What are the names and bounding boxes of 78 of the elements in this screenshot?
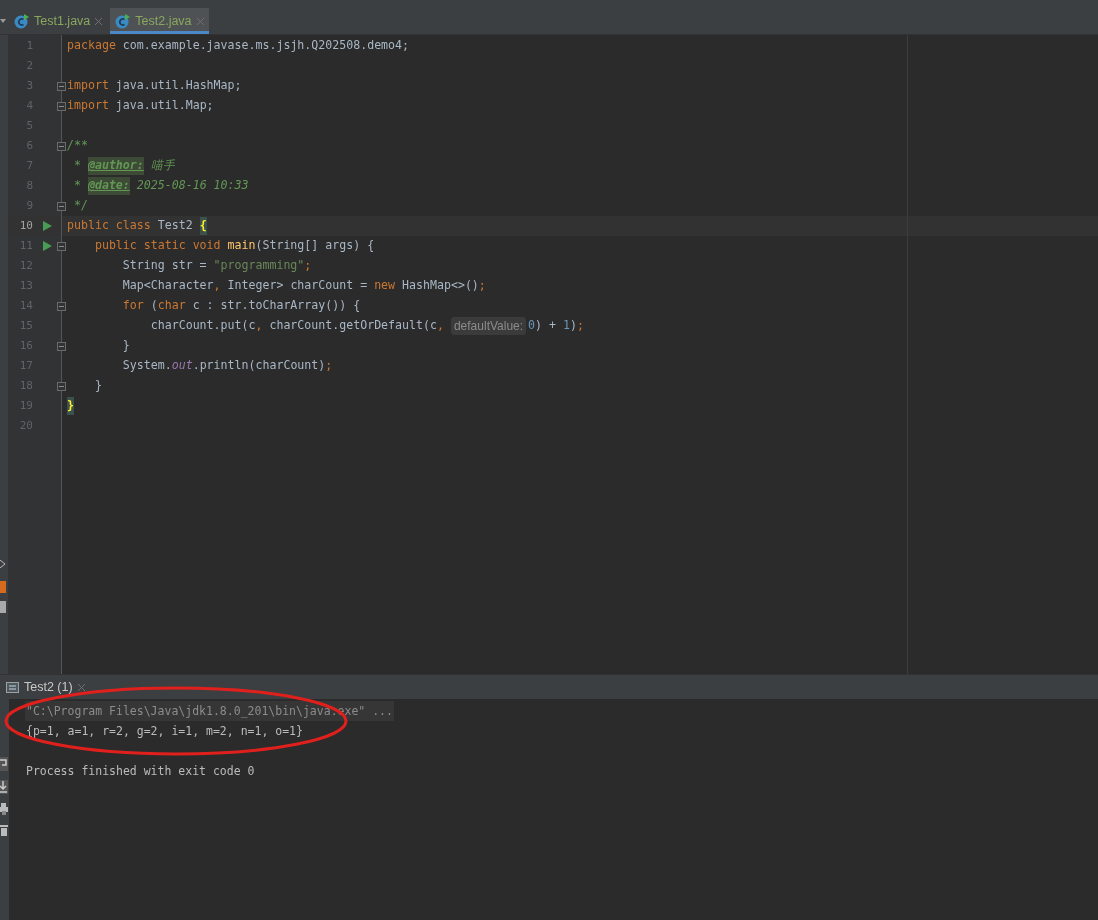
code-text: ( [149, 297, 158, 315]
java-class-icon [115, 13, 131, 29]
code-text: java.util.Map; [114, 97, 214, 115]
code-keyword: ; [478, 277, 486, 295]
code-text: } [121, 337, 130, 355]
code-text: ) + [535, 317, 558, 335]
error-stripe-marker [0, 581, 6, 593]
code-keyword: import [67, 97, 109, 115]
fold-icon[interactable] [57, 82, 66, 91]
editor-tab[interactable]: Test2.java [110, 8, 209, 34]
doc-comment: 2025-08-16 10:33 [135, 177, 249, 195]
code-keyword: , [213, 277, 221, 295]
line-number: 10 [18, 217, 33, 234]
code-keyword: for [121, 297, 144, 315]
trash-icon[interactable] [0, 824, 8, 836]
run-icon[interactable] [43, 221, 52, 231]
code-keyword: public static void [93, 237, 222, 255]
matched-brace: } [67, 397, 74, 415]
number-literal: 0 [528, 317, 536, 335]
dropdown-caret-icon[interactable] [0, 18, 6, 24]
code-keyword: new [374, 277, 396, 295]
code-keyword: ; [325, 357, 333, 375]
code-text: ) [570, 317, 577, 335]
code-text: Test2 [156, 217, 194, 235]
fold-icon[interactable] [57, 302, 66, 311]
code-keyword: char [157, 297, 186, 315]
code-text: .println(charCount) [192, 357, 326, 375]
editor-tab[interactable]: Test1.java [9, 8, 108, 34]
code-keyword: package [67, 37, 116, 55]
fold-icon[interactable] [57, 382, 66, 391]
console-output: {p=1, a=1, r=2, g=2, i=1, m=2, n=1, o=1} [25, 723, 304, 740]
scroll-to-end-icon[interactable] [0, 780, 8, 794]
doc-tag: @author: [87, 157, 144, 175]
doc-comment: */ [72, 197, 88, 215]
code-text: Integer> charCount = [226, 277, 369, 295]
code-text: (String[] args) { [255, 237, 375, 255]
soft-wrap-icon[interactable] [0, 757, 8, 771]
method-name: main [227, 237, 256, 255]
code-text: c : str.toCharArray()) { [191, 297, 361, 315]
code-text: HashMap<>() [401, 277, 479, 295]
code-text: } [93, 377, 102, 395]
doc-tag: @date: [87, 177, 130, 195]
doc-comment: * [72, 157, 82, 175]
doc-comment: * [72, 177, 82, 195]
code-keyword: public class [67, 217, 151, 235]
console-icon [6, 681, 19, 693]
code-text: String str = [121, 257, 208, 275]
fold-icon[interactable] [57, 242, 66, 251]
close-icon[interactable] [77, 683, 85, 691]
number-literal: 1 [563, 317, 570, 335]
code-keyword: import [67, 77, 109, 95]
process-exit-message: Process finished with exit code 0 [25, 763, 256, 780]
doc-comment: /** [67, 137, 88, 155]
scroll-marker [0, 601, 6, 613]
close-icon[interactable] [95, 17, 103, 25]
code-text: charCount.getOrDefault(c [268, 317, 437, 335]
parameter-hint: defaultValue: [450, 317, 527, 335]
fold-icon[interactable] [57, 202, 66, 211]
print-icon[interactable] [0, 803, 8, 815]
code-text: charCount.put(c [149, 317, 256, 335]
static-field: out [171, 357, 193, 375]
matched-brace: { [199, 217, 207, 235]
code-text: Map<Character [121, 277, 214, 295]
code-text: com.example.javase.ms.jsjh.Q202508.demo4; [121, 37, 410, 55]
fold-icon[interactable] [57, 142, 66, 151]
code-text: java.util.HashMap; [114, 77, 242, 95]
code-keyword: , [436, 317, 445, 335]
fold-icon[interactable] [57, 102, 66, 111]
string-literal: "programming" [213, 257, 305, 275]
java-class-icon [14, 13, 29, 29]
code-text: System. [121, 357, 172, 375]
code-keyword: , [255, 317, 263, 335]
doc-comment: 喵手 [149, 157, 175, 175]
code-keyword: ; [304, 257, 312, 275]
fold-icon[interactable] [57, 342, 66, 351]
run-icon[interactable] [43, 241, 52, 251]
code-keyword: ; [577, 317, 584, 335]
expand-chevron-icon[interactable] [0, 560, 6, 568]
